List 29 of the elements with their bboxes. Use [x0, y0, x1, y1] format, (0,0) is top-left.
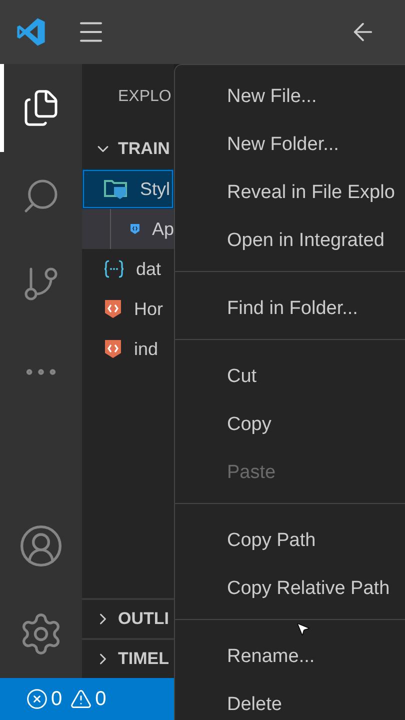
tree-item[interactable]: ind — [82, 329, 174, 369]
menu-item[interactable]: Delete — [175, 681, 405, 720]
menu-item[interactable]: Open in Integrated — [175, 217, 405, 265]
account-icon[interactable] — [18, 523, 64, 569]
menu-item[interactable]: Copy Path — [175, 517, 405, 565]
tree-item[interactable]: dat — [82, 249, 174, 289]
code-shield-icon — [104, 299, 122, 319]
warning-icon[interactable] — [70, 688, 92, 710]
folder-header[interactable]: TRAIN — [82, 129, 174, 169]
tree-item[interactable]: Styl — [82, 169, 174, 209]
menu-item[interactable]: New File... — [175, 73, 405, 121]
menu-item[interactable]: Copy — [175, 401, 405, 449]
mouse-pointer-icon — [295, 621, 311, 637]
sidebar-title: EXPLO — [118, 88, 172, 106]
menu-item[interactable]: Rename... — [175, 633, 405, 681]
menu-item[interactable]: Cut — [175, 353, 405, 401]
code-shield-icon — [104, 339, 122, 359]
tree-item[interactable]: Ap — [82, 209, 174, 249]
menu-item[interactable]: New Folder... — [175, 121, 405, 169]
error-icon[interactable] — [26, 688, 48, 710]
warning-count[interactable]: 0 — [95, 688, 106, 710]
tree-item[interactable]: Hor — [82, 289, 174, 329]
braces-icon — [104, 260, 124, 278]
folder-icon — [104, 178, 128, 200]
menu-item[interactable]: Copy Relative Path — [175, 565, 405, 613]
app-logo — [16, 17, 46, 47]
menu-item[interactable]: Reveal in File Explo — [175, 169, 405, 217]
menu-item[interactable]: Find in Folder... — [175, 285, 405, 333]
error-count[interactable]: 0 — [51, 688, 62, 710]
